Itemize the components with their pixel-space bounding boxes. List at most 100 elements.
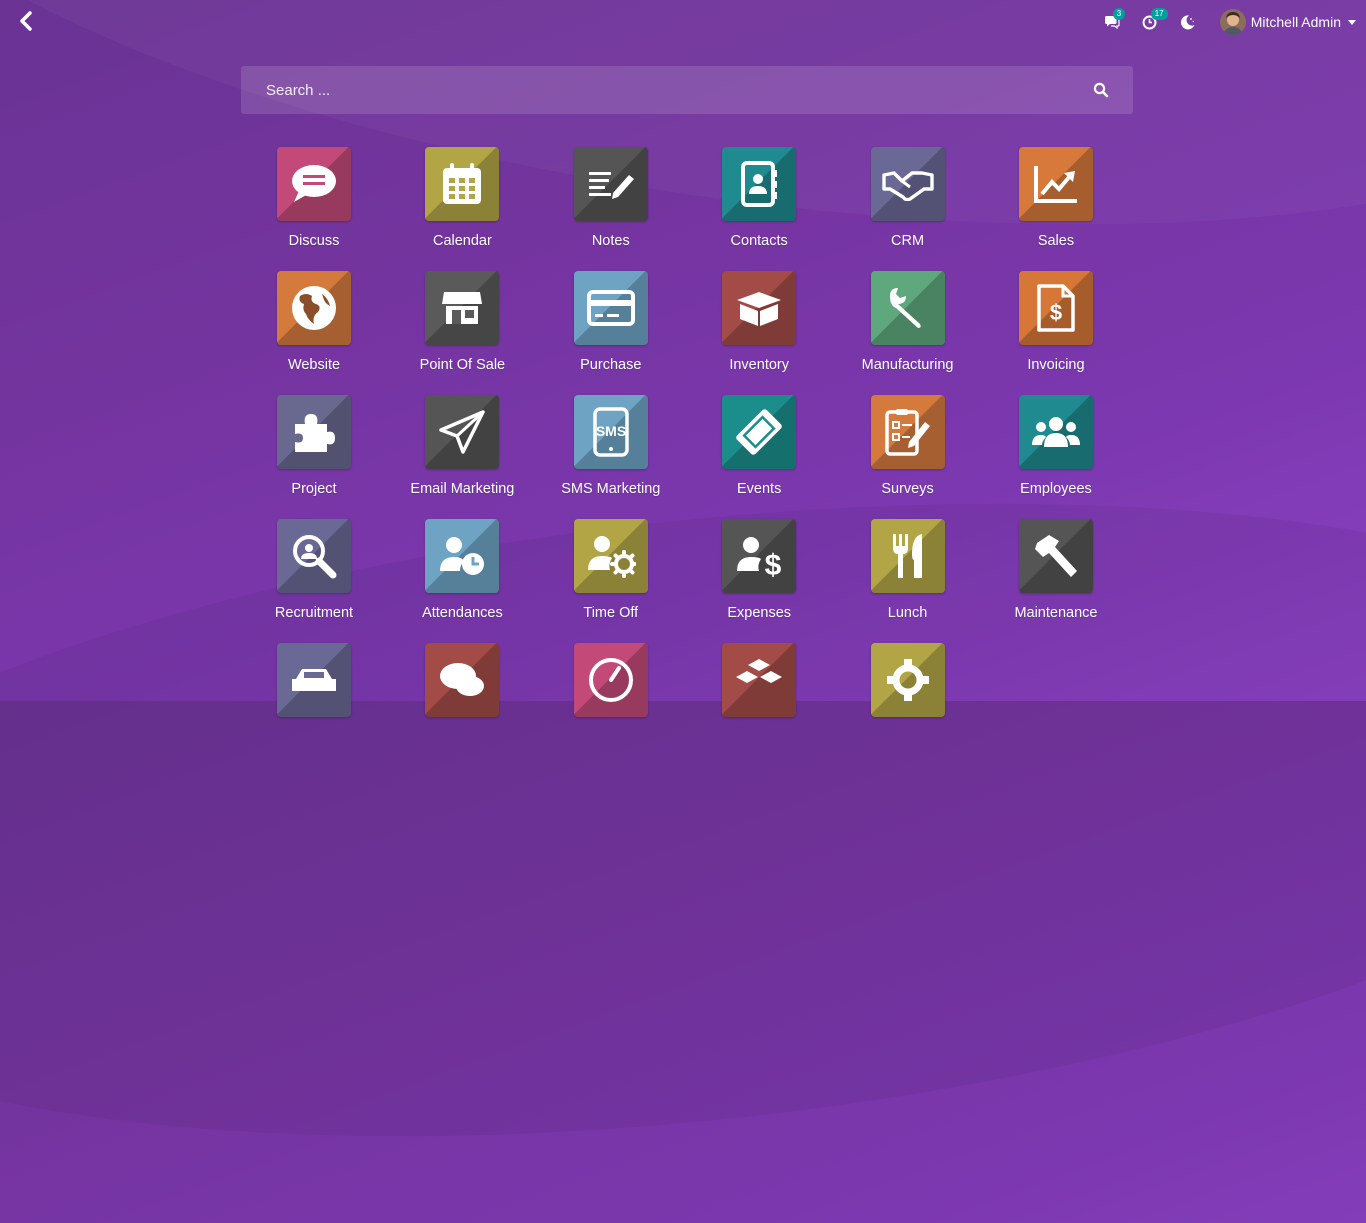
- dark-mode-toggle[interactable]: [1179, 14, 1196, 31]
- app-live-chat[interactable]: [388, 643, 536, 729]
- app-inventory[interactable]: Inventory: [685, 271, 833, 373]
- app-tile: [573, 271, 648, 345]
- app-tile: [277, 643, 351, 717]
- app-tile: [425, 643, 500, 717]
- app-manufacturing[interactable]: Manufacturing: [834, 271, 982, 373]
- app-label: Expenses: [727, 605, 792, 621]
- app-label: Employees: [1020, 481, 1092, 497]
- messages-menu[interactable]: 3: [1104, 8, 1126, 29]
- activities-badge: 17: [1150, 7, 1168, 20]
- live-chat-icon: [440, 663, 485, 696]
- app-label: CRM: [891, 233, 925, 249]
- app-label: Calendar: [432, 233, 492, 249]
- app-attendances[interactable]: Attendances: [388, 519, 536, 621]
- app-tile: [870, 643, 945, 717]
- svg-text:$: $: [1050, 300, 1062, 325]
- app-label: Email Marketing: [410, 481, 515, 497]
- app-label: Project: [291, 481, 337, 497]
- dashboards-icon: [588, 658, 633, 702]
- expenses-icon: $: [737, 537, 782, 577]
- app-label: Maintenance: [1014, 605, 1098, 621]
- app-fleet[interactable]: [240, 643, 388, 729]
- app-tile: $: [1018, 271, 1093, 345]
- contacts-icon: [741, 161, 778, 207]
- search-bar: [241, 66, 1133, 114]
- app-contacts[interactable]: Contacts: [685, 147, 833, 249]
- app-lunch[interactable]: Lunch: [834, 519, 982, 621]
- app-tile: [722, 643, 797, 717]
- app-tile: [870, 271, 945, 345]
- app-label: Inventory: [729, 357, 789, 373]
- svg-text:SMS: SMS: [596, 423, 626, 439]
- app-tile: [425, 271, 500, 345]
- apps-icon: [736, 659, 783, 683]
- app-expenses[interactable]: $ Expenses: [685, 519, 833, 621]
- app-discuss[interactable]: Discuss: [240, 147, 388, 249]
- settings-icon: [886, 659, 929, 701]
- app-label: Notes: [591, 233, 630, 249]
- app-invoicing[interactable]: $ Invoicing: [982, 271, 1130, 373]
- app-email-marketing[interactable]: Email Marketing: [388, 395, 536, 497]
- sales-icon: [1033, 166, 1077, 203]
- app-recruitment[interactable]: Recruitment: [240, 519, 388, 621]
- app-tile: [277, 147, 351, 221]
- app-tile: [573, 519, 648, 593]
- systray: 3 17 Mitchell Admin: [1082, 7, 1356, 36]
- app-project[interactable]: Project: [240, 395, 388, 497]
- app-tile: [425, 395, 500, 469]
- surveys-icon: [884, 409, 930, 456]
- app-employees[interactable]: Employees: [982, 395, 1130, 497]
- search-input[interactable]: [241, 66, 1061, 114]
- app-sms-marketing[interactable]: SMS SMS Marketing: [537, 395, 685, 497]
- app-tile: [870, 519, 945, 593]
- point-of-sale-icon: [442, 292, 483, 324]
- app-label: Manufacturing: [861, 357, 954, 373]
- top-bar: 3 17 Mitchell Admin: [0, 0, 1366, 44]
- search-icon[interactable]: [1093, 82, 1109, 98]
- moon-icon: [1179, 14, 1196, 31]
- email-marketing-icon: [439, 410, 486, 454]
- app-maintenance[interactable]: Maintenance: [982, 519, 1130, 621]
- app-calendar[interactable]: Calendar: [388, 147, 536, 249]
- recruitment-icon: [293, 535, 337, 579]
- app-surveys[interactable]: Surveys: [834, 395, 982, 497]
- activities-menu[interactable]: 17: [1142, 7, 1168, 30]
- lunch-icon: [892, 534, 922, 578]
- attendances-icon: [440, 537, 485, 575]
- app-apps[interactable]: [685, 643, 833, 729]
- app-tile: [722, 395, 797, 469]
- inventory-icon: [737, 292, 782, 326]
- user-name: Mitchell Admin: [1250, 14, 1341, 30]
- app-tile: [1018, 147, 1093, 221]
- app-tile: [573, 147, 648, 221]
- app-events[interactable]: Events: [685, 395, 833, 497]
- app-notes[interactable]: Notes: [537, 147, 685, 249]
- user-menu[interactable]: Mitchell Admin: [1219, 9, 1356, 35]
- app-tile: [425, 147, 500, 221]
- app-label: Invoicing: [1027, 357, 1085, 373]
- app-tile: [722, 147, 797, 221]
- app-tile: [870, 147, 945, 221]
- app-label: Website: [287, 357, 341, 373]
- discuss-icon: [292, 165, 336, 202]
- app-dashboards[interactable]: [537, 643, 685, 729]
- app-settings[interactable]: [834, 643, 982, 729]
- back-chevron-icon[interactable]: [16, 10, 38, 32]
- app-sales[interactable]: Sales: [982, 147, 1130, 249]
- app-tile: SMS: [573, 395, 648, 469]
- app-purchase[interactable]: Purchase: [537, 271, 685, 373]
- app-tile: [1018, 395, 1093, 469]
- app-point-of-sale[interactable]: Point Of Sale: [388, 271, 536, 373]
- time-off-icon: [587, 536, 636, 578]
- app-crm[interactable]: CRM: [834, 147, 982, 249]
- website-icon: [292, 286, 336, 330]
- project-icon: [295, 414, 335, 452]
- events-icon: [736, 409, 782, 455]
- svg-text:$: $: [765, 549, 782, 577]
- employees-icon: [1031, 417, 1080, 447]
- app-tile: $: [722, 519, 797, 593]
- app-tile: [573, 643, 648, 717]
- app-website[interactable]: Website: [240, 271, 388, 373]
- app-time-off[interactable]: Time Off: [537, 519, 685, 621]
- app-label: Surveys: [881, 481, 934, 497]
